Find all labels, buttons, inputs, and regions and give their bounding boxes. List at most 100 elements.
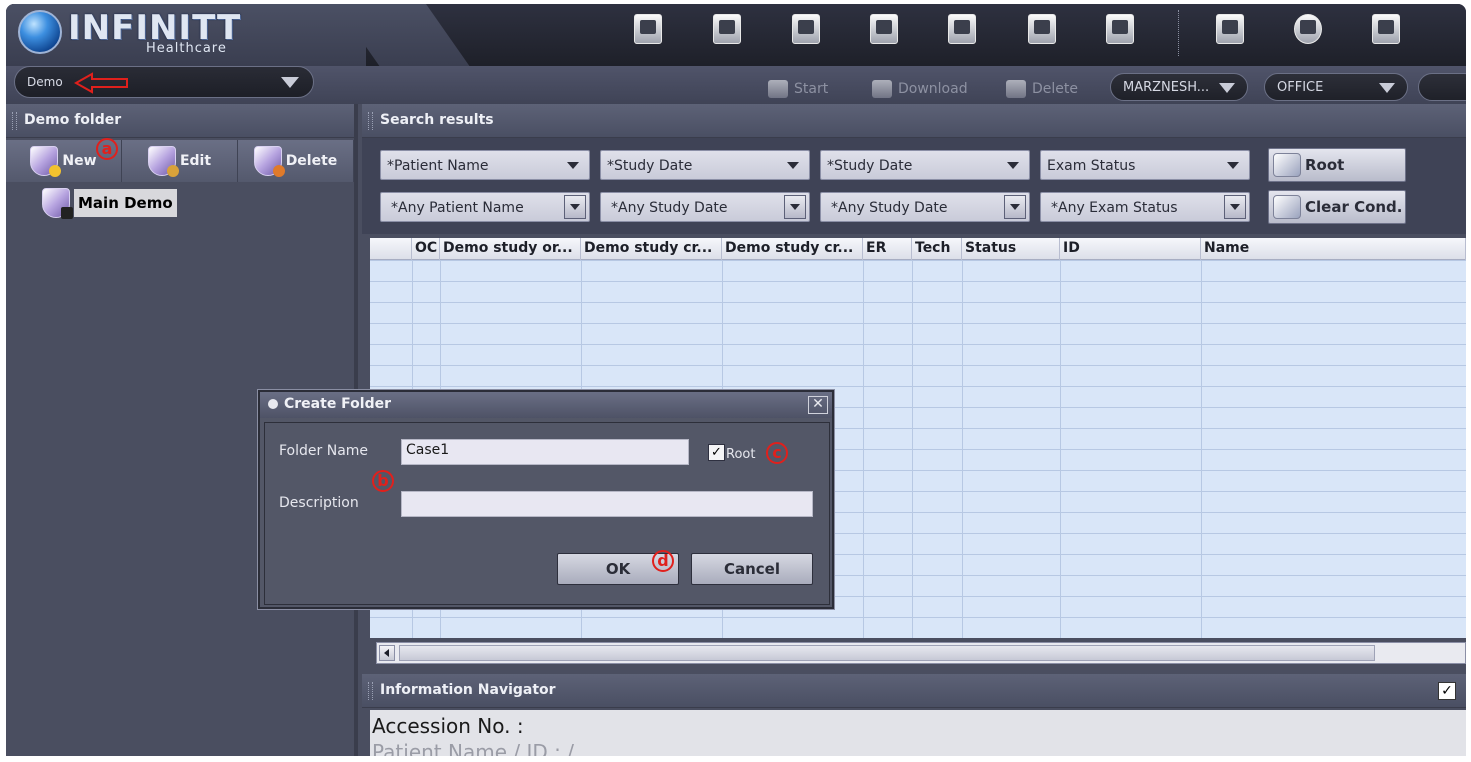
column-header-demo-study-cr-2[interactable]: Demo study cr... <box>722 238 863 260</box>
workstation-icon[interactable] <box>707 10 747 50</box>
demo-select-value: Demo <box>27 75 63 89</box>
chevron-down-icon <box>1219 83 1235 93</box>
annotation-b: b <box>372 470 394 492</box>
filter-label: *Patient Name <box>387 158 489 174</box>
information-navigator: Information Navigator ✓ Accession No. : … <box>362 674 1466 756</box>
server-select[interactable]: MARZNESH... <box>1110 73 1248 101</box>
download-button[interactable]: Download <box>872 78 968 100</box>
demo-folder-title: Demo folder <box>6 104 354 138</box>
grid-divider <box>863 260 864 638</box>
import-icon[interactable] <box>1100 10 1140 50</box>
column-header-tech[interactable]: Tech <box>912 238 962 260</box>
delete-button[interactable]: Delete <box>1006 78 1078 100</box>
dialog-bullet-icon <box>268 399 278 409</box>
column-header-id[interactable]: ID <box>1060 238 1201 260</box>
chevron-down-icon <box>1007 162 1019 169</box>
toolbar-separator <box>1178 10 1179 56</box>
description-label: Description <box>279 495 359 511</box>
filter-value: *Any Study Date <box>831 200 948 216</box>
study-date-value-select[interactable]: *Any Study Date <box>600 192 810 222</box>
filter-label: *Study Date <box>607 158 693 174</box>
delete-folder-button[interactable]: Delete <box>238 140 354 182</box>
tree-item-main-demo[interactable]: Main Demo <box>42 188 177 219</box>
trash-icon <box>1006 80 1026 98</box>
filter-value: *Any Patient Name <box>391 200 524 216</box>
tree-item-label: Main Demo <box>74 189 177 217</box>
study-date-value-select-2[interactable]: *Any Study Date <box>820 192 1030 222</box>
column-header-demo-study-cr[interactable]: Demo study cr... <box>581 238 722 260</box>
edit-folder-button[interactable]: Edit <box>122 140 238 182</box>
column-header-name[interactable]: Name <box>1201 238 1466 260</box>
printer-icon[interactable] <box>786 10 826 50</box>
root-checkbox[interactable]: ✓ <box>708 444 725 461</box>
clear-button-label: Clear Cond. <box>1305 198 1403 216</box>
delete-folder-label: Delete <box>285 153 338 169</box>
chevron-down-icon <box>1227 162 1239 169</box>
column-header-oc[interactable]: OC <box>412 238 440 260</box>
column-header[interactable] <box>370 238 412 260</box>
cancel-button[interactable]: Cancel <box>691 553 813 585</box>
scroll-left-icon[interactable] <box>379 645 395 661</box>
red-arrow-annotation-icon <box>74 72 128 94</box>
scrollbar-thumb[interactable] <box>399 645 1375 661</box>
chevron-down-icon <box>787 162 799 169</box>
close-icon[interactable]: ✕ <box>808 396 828 414</box>
dropdown-button-icon[interactable] <box>564 195 586 219</box>
navigator-checkbox[interactable]: ✓ <box>1438 682 1456 700</box>
start-button[interactable]: Start <box>768 78 828 100</box>
column-header-demo-study-or[interactable]: Demo study or... <box>440 238 581 260</box>
dialog-title-bar[interactable]: Create Folder <box>260 392 832 418</box>
delete-folder-icon <box>253 146 285 177</box>
search-filters: *Patient Name *Study Date *Study Date Ex… <box>362 138 1466 234</box>
dialog-title: Create Folder <box>284 396 392 412</box>
demo-select[interactable]: Demo <box>14 66 314 98</box>
chevron-down-icon <box>1379 83 1395 93</box>
logo-area: INFINITT Healthcare <box>6 4 366 66</box>
root-button[interactable]: Root <box>1268 148 1406 182</box>
patient-name-value-select[interactable]: *Any Patient Name <box>380 192 590 222</box>
open-folder-icon[interactable] <box>942 10 982 50</box>
edit-folder-icon <box>147 146 179 177</box>
information-navigator-title: Information Navigator <box>362 674 1466 708</box>
delete-label: Delete <box>1032 81 1078 97</box>
user-monitor-icon[interactable] <box>864 10 904 50</box>
extra-select[interactable] <box>1418 73 1466 101</box>
study-date-field-select[interactable]: *Study Date <box>600 150 810 180</box>
folder-icon[interactable] <box>1210 10 1250 50</box>
logo-globe-icon <box>18 10 62 54</box>
filter-value: *Any Exam Status <box>1051 200 1178 216</box>
column-header-status[interactable]: Status <box>962 238 1060 260</box>
clear-conditions-button[interactable]: Clear Cond. <box>1268 190 1406 224</box>
exam-status-field-select[interactable]: Exam Status <box>1040 150 1250 180</box>
patient-name-field-select[interactable]: *Patient Name <box>380 150 590 180</box>
annotation-d: d <box>652 550 674 572</box>
description-input[interactable] <box>401 491 813 517</box>
accession-number-label: Accession No. : <box>372 714 524 738</box>
study-date-field-select-2[interactable]: *Study Date <box>820 150 1030 180</box>
eraser-icon <box>1273 195 1301 219</box>
chevron-down-icon <box>567 162 579 169</box>
download-icon <box>872 80 892 98</box>
exam-status-value-select[interactable]: *Any Exam Status <box>1040 192 1250 222</box>
grid-divider <box>912 260 913 638</box>
column-header-er[interactable]: ER <box>863 238 912 260</box>
locked-folder-icon <box>42 188 73 219</box>
location-select-value: OFFICE <box>1277 80 1324 95</box>
folder-name-input[interactable]: Case1 <box>401 439 689 465</box>
start-icon <box>768 80 788 98</box>
dropdown-button-icon[interactable] <box>784 195 806 219</box>
patient-name-id-label: Patient Name / ID : / <box>372 740 574 756</box>
horizontal-scrollbar[interactable] <box>376 642 1466 664</box>
layout-icon[interactable] <box>1366 10 1406 50</box>
dropdown-button-icon[interactable] <box>1004 195 1026 219</box>
dropdown-button-icon[interactable] <box>1224 195 1246 219</box>
scanner-icon[interactable] <box>1022 10 1062 50</box>
server-select-value: MARZNESH... <box>1123 80 1210 95</box>
new-folder-icon <box>30 146 62 177</box>
settings-icon[interactable] <box>1288 10 1328 50</box>
monitor-icon[interactable] <box>628 10 668 50</box>
location-select[interactable]: OFFICE <box>1264 73 1408 101</box>
filter-value: *Any Study Date <box>611 200 728 216</box>
grid-divider <box>1201 260 1202 638</box>
filter-label: Exam Status <box>1047 158 1136 174</box>
